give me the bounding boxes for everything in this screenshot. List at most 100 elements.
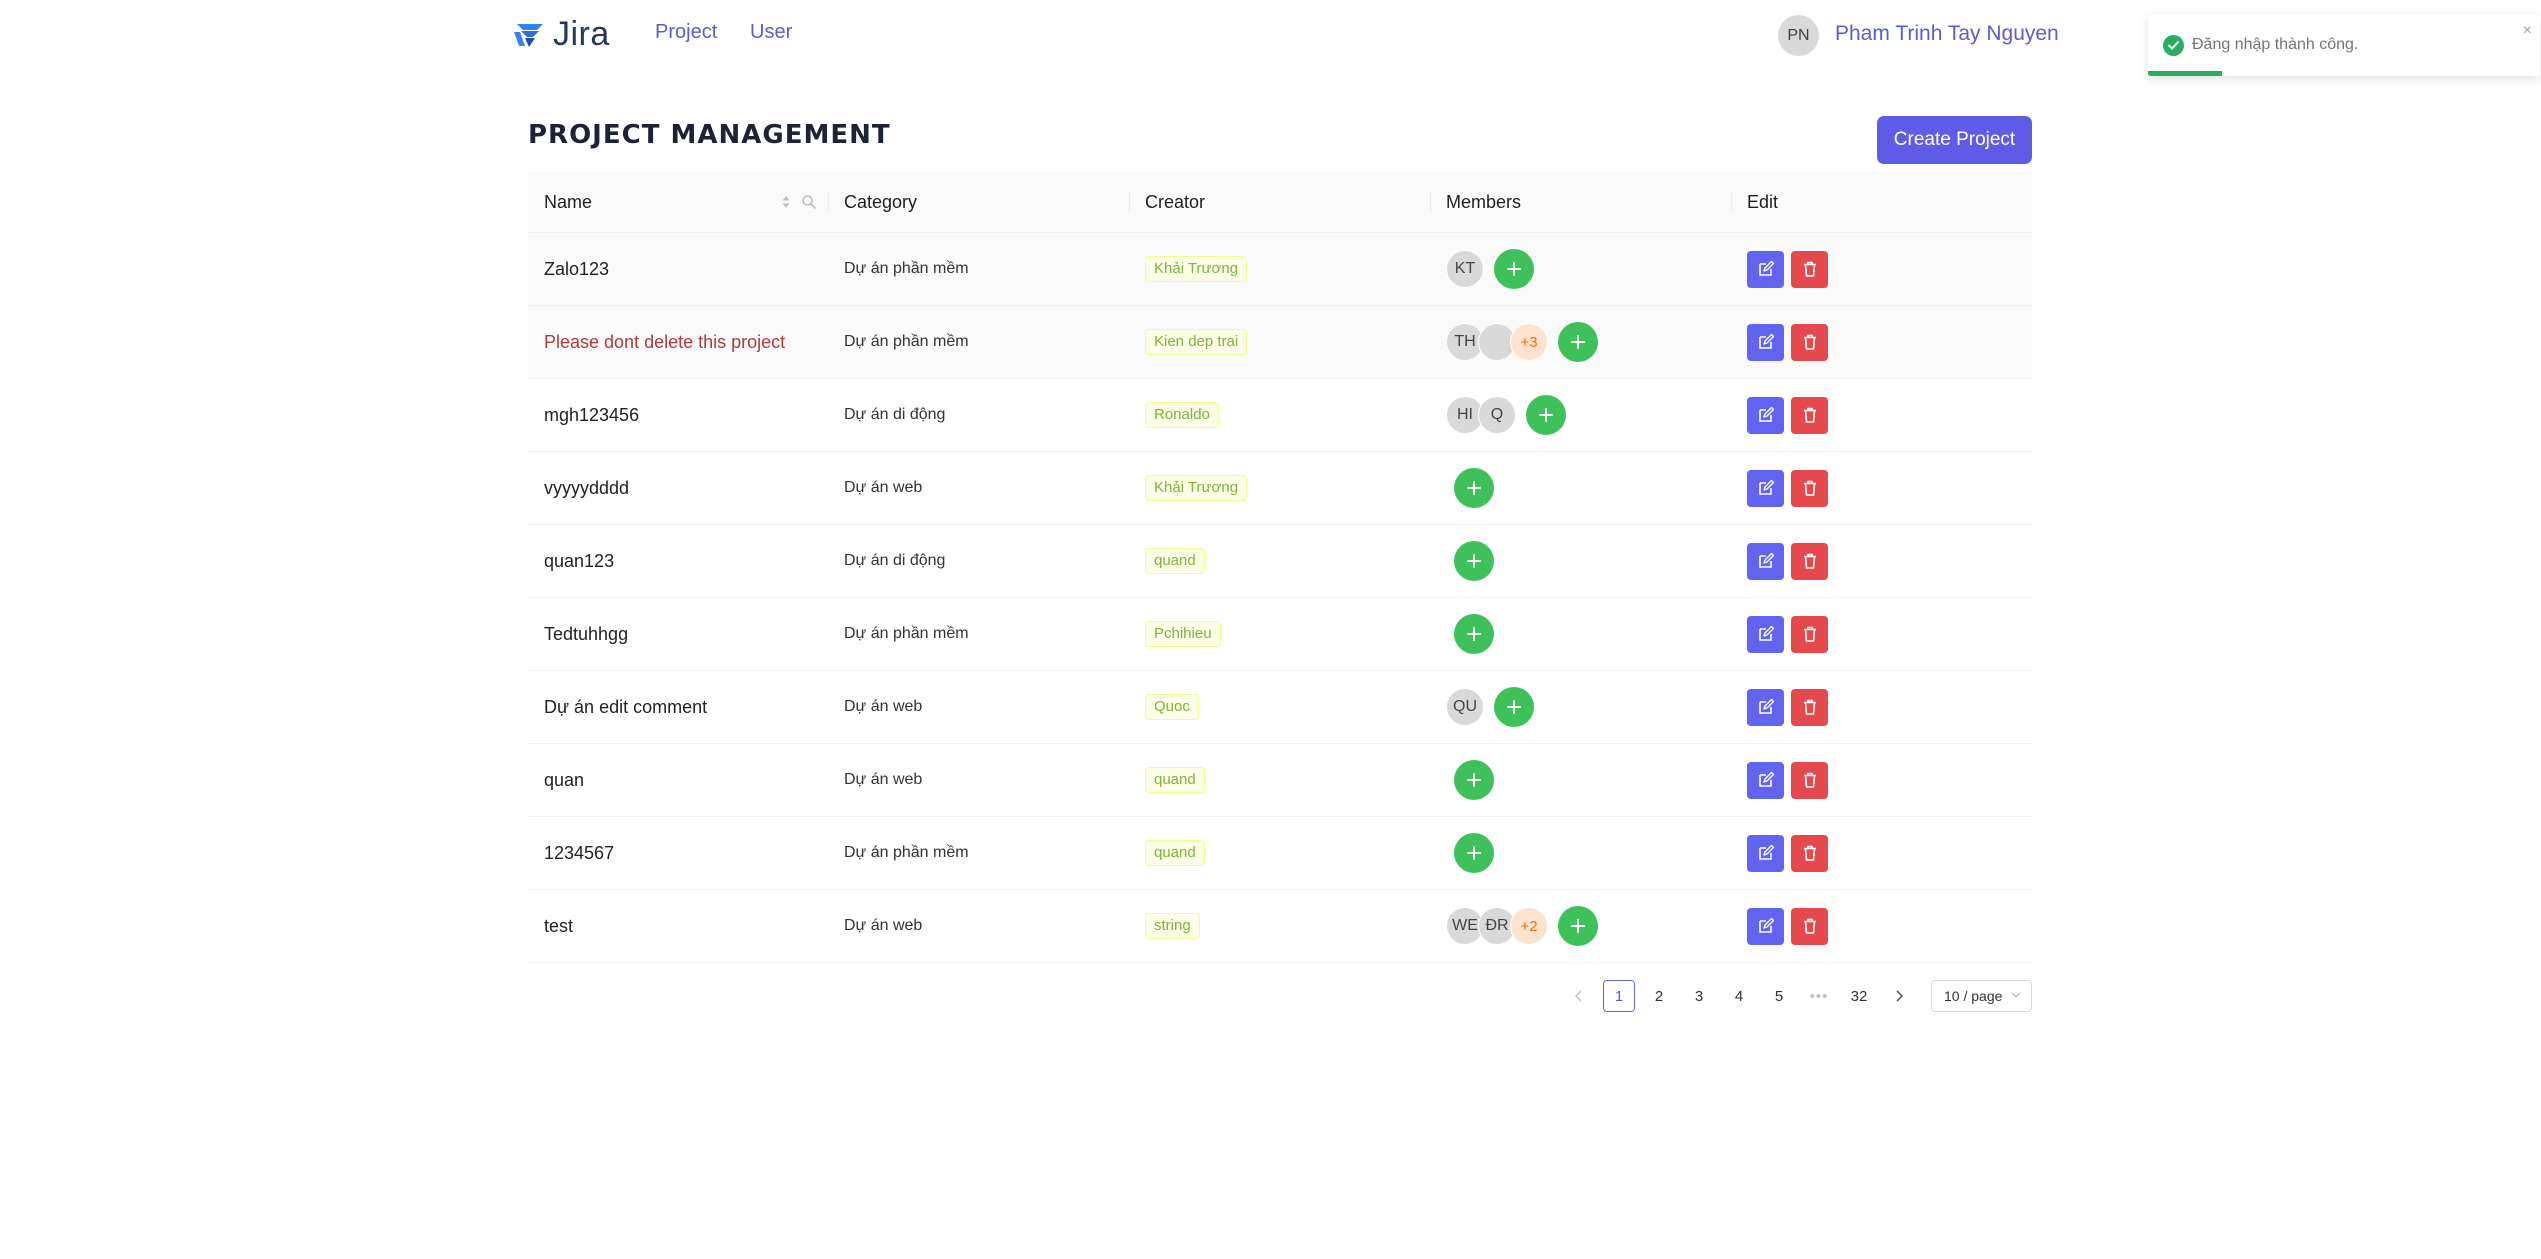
delete-project-button[interactable]: [1791, 615, 1828, 653]
delete-project-button[interactable]: [1791, 542, 1828, 580]
edit-icon: [1758, 333, 1774, 349]
member-avatar[interactable]: KT: [1446, 250, 1484, 288]
edit-icon: [1758, 479, 1774, 495]
project-name[interactable]: mgh123456: [544, 379, 639, 451]
nav-user[interactable]: User: [750, 21, 792, 44]
project-category: Dự án phần mềm: [844, 844, 969, 861]
delete-project-button[interactable]: [1791, 396, 1828, 434]
column-divider: [1129, 191, 1130, 213]
page-1[interactable]: 1: [1603, 980, 1635, 1012]
prev-page-icon[interactable]: [1563, 980, 1595, 1012]
search-icon[interactable]: [801, 194, 817, 210]
member-avatar[interactable]: Q: [1478, 396, 1516, 434]
edit-project-button[interactable]: [1747, 396, 1784, 434]
add-member-button[interactable]: [1494, 687, 1534, 727]
edit-project-button[interactable]: [1747, 907, 1784, 945]
column-header-creator: Creator: [1145, 192, 1206, 212]
delete-project-button[interactable]: [1791, 688, 1828, 726]
plus-icon: [1507, 700, 1521, 714]
creator-tag: Quoc: [1145, 694, 1199, 720]
page-jump-ellipsis[interactable]: •••: [1803, 980, 1835, 1012]
add-member-button[interactable]: [1558, 322, 1598, 362]
success-toast: Đăng nhập thành công. ×: [2148, 14, 2540, 76]
delete-project-button[interactable]: [1791, 323, 1828, 361]
add-member-button[interactable]: [1454, 468, 1494, 508]
edit-project-button[interactable]: [1747, 615, 1784, 653]
add-member-button[interactable]: [1454, 541, 1494, 581]
edit-project-button[interactable]: [1747, 834, 1784, 872]
page-size-select[interactable]: 10 / page: [1931, 980, 2032, 1012]
page-2[interactable]: 2: [1643, 980, 1675, 1012]
table-row: quan Dự án web quand: [528, 744, 2032, 817]
edit-project-button[interactable]: [1747, 469, 1784, 507]
edit-icon: [1758, 552, 1774, 568]
project-category: Dự án phần mềm: [844, 333, 969, 350]
creator-cell: Quoc: [1145, 671, 1199, 743]
page-last[interactable]: 32: [1843, 980, 1875, 1012]
creator-cell: string: [1145, 890, 1200, 962]
trash-icon: [1803, 261, 1816, 277]
edit-cell: [1747, 671, 1828, 743]
member-avatar[interactable]: QU: [1446, 688, 1484, 726]
table-row: Zalo123 Dự án phần mềm Khải Trương KT: [528, 233, 2032, 306]
project-name[interactable]: quan: [544, 744, 584, 816]
project-name[interactable]: 1234567: [544, 817, 614, 889]
project-name[interactable]: Tedtuhhgg: [544, 598, 628, 670]
more-members-badge[interactable]: +2: [1510, 907, 1548, 945]
add-member-button[interactable]: [1494, 249, 1534, 289]
column-header-edit: Edit: [1747, 192, 1779, 212]
trash-icon: [1803, 772, 1816, 788]
project-name[interactable]: Dự án edit comment: [544, 671, 707, 743]
delete-project-button[interactable]: [1791, 761, 1828, 799]
edit-project-button[interactable]: [1747, 688, 1784, 726]
jira-logo[interactable]: Jira: [513, 15, 610, 54]
column-header-name[interactable]: Name: [544, 172, 592, 232]
jira-logo-icon: [514, 23, 543, 47]
add-member-button[interactable]: [1558, 906, 1598, 946]
table-row: mgh123456 Dự án di động Ronaldo HI Q: [528, 379, 2032, 452]
toast-close-icon[interactable]: ×: [2523, 22, 2532, 40]
add-member-button[interactable]: [1526, 395, 1566, 435]
edit-project-button[interactable]: [1747, 250, 1784, 288]
toast-progress-track: [2148, 71, 2540, 76]
trash-icon: [1803, 480, 1816, 496]
nav-project[interactable]: Project: [655, 21, 717, 44]
user-name[interactable]: Pham Trinh Tay Nguyen: [1835, 22, 2059, 46]
project-name[interactable]: test: [544, 890, 573, 962]
delete-project-button[interactable]: [1791, 834, 1828, 872]
project-name[interactable]: vyyyydddd: [544, 452, 629, 524]
delete-project-button[interactable]: [1791, 250, 1828, 288]
add-member-button[interactable]: [1454, 614, 1494, 654]
members-cell: TH +3: [1446, 306, 1598, 378]
trash-icon: [1803, 699, 1816, 715]
page-4[interactable]: 4: [1723, 980, 1755, 1012]
edit-project-button[interactable]: [1747, 542, 1784, 580]
members-cell: [1446, 817, 1494, 889]
edit-icon: [1758, 917, 1774, 933]
column-divider: [1430, 191, 1431, 213]
page-size-value: 10 / page: [1944, 988, 2003, 1004]
trash-icon: [1803, 845, 1816, 861]
table-body: Zalo123 Dự án phần mềm Khải Trương KT Please…: [528, 233, 2032, 963]
page-5[interactable]: 5: [1763, 980, 1795, 1012]
create-project-button[interactable]: Create Project: [1877, 116, 2032, 164]
edit-project-button[interactable]: [1747, 323, 1784, 361]
project-name[interactable]: quan123: [544, 525, 614, 597]
add-member-button[interactable]: [1454, 833, 1494, 873]
trash-icon: [1803, 918, 1816, 934]
delete-project-button[interactable]: [1791, 907, 1828, 945]
add-member-button[interactable]: [1454, 760, 1494, 800]
edit-icon: [1758, 698, 1774, 714]
creator-tag: Khải Trương: [1145, 475, 1248, 501]
more-members-badge[interactable]: +3: [1510, 323, 1548, 361]
user-avatar[interactable]: PN: [1778, 15, 1819, 56]
edit-project-button[interactable]: [1747, 761, 1784, 799]
creator-cell: Khải Trương: [1145, 233, 1248, 305]
delete-project-button[interactable]: [1791, 469, 1828, 507]
next-page-icon[interactable]: [1883, 980, 1915, 1012]
project-name[interactable]: Please dont delete this project: [544, 306, 785, 378]
table-header: Name Category Creator Members Edit: [528, 172, 2032, 233]
sort-icon[interactable]: [781, 194, 791, 210]
project-name[interactable]: Zalo123: [544, 233, 609, 305]
page-3[interactable]: 3: [1683, 980, 1715, 1012]
